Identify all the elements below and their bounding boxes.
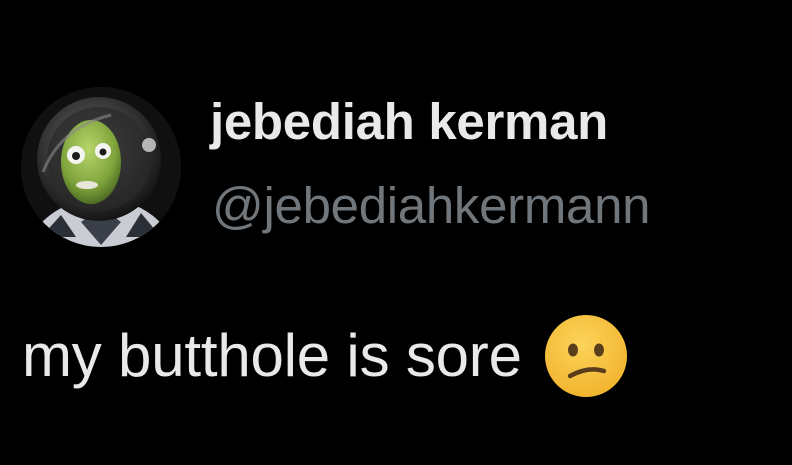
display-name[interactable]: jebediah kerman bbox=[210, 92, 608, 152]
kerbal-astronaut-avatar-icon bbox=[21, 87, 181, 247]
confused-face-emoji-icon bbox=[544, 314, 628, 398]
tweet-text: my butthole is sore bbox=[22, 322, 522, 389]
user-handle[interactable]: @jebediahkermann bbox=[212, 176, 651, 236]
tweet-body: my butthole is sore bbox=[22, 314, 628, 398]
avatar[interactable] bbox=[21, 87, 181, 247]
tweet-card: jebediah kerman @jebediahkermann my butt… bbox=[0, 0, 792, 465]
